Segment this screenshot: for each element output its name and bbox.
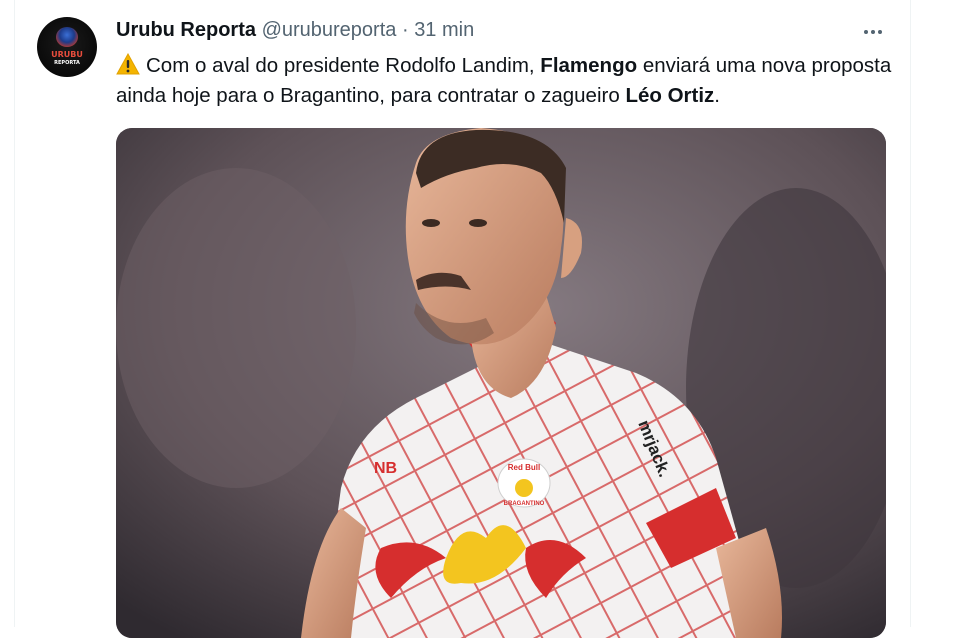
tweet-text-part: Com o aval do presidente Rodolfo Landim, [146, 54, 541, 77]
vulture-logo-icon [56, 27, 78, 47]
more-dot [871, 30, 875, 34]
tweet-header: Urubu Reporta @urubureporta · 31 min [116, 19, 474, 43]
tweet-time[interactable]: 31 min [414, 19, 474, 41]
player-name: Léo Ortiz [625, 84, 715, 107]
author-name[interactable]: Urubu Reporta [116, 19, 256, 41]
crest-text-bragantino: BRAGANTINO [504, 501, 545, 507]
avatar-logo-text-1: URUBU [51, 50, 83, 59]
warning-emoji-icon [116, 53, 140, 75]
club-name-flamengo: Flamengo [540, 54, 638, 77]
author-handle[interactable]: @urubureporta [262, 19, 397, 41]
avatar-logo-text-2: REPORTA [54, 60, 80, 66]
tweet-photo[interactable]: Red Bull BRAGANTINO mrjack. NB [116, 128, 886, 638]
newbalance-logo-icon: NB [374, 460, 397, 477]
separator-dot: · [401, 19, 409, 41]
more-horizontal-icon [864, 30, 868, 34]
more-options-button[interactable] [860, 20, 886, 44]
tweet-text: Com o aval do presidente Rodolfo Landim,… [116, 51, 896, 111]
avatar[interactable]: URUBU REPORTA [37, 17, 97, 77]
more-dot [878, 30, 882, 34]
tweet-text-part: . [714, 84, 720, 107]
crest-text-redbull: Red Bull [508, 463, 540, 472]
player-photo: Red Bull BRAGANTINO mrjack. NB [116, 128, 886, 638]
